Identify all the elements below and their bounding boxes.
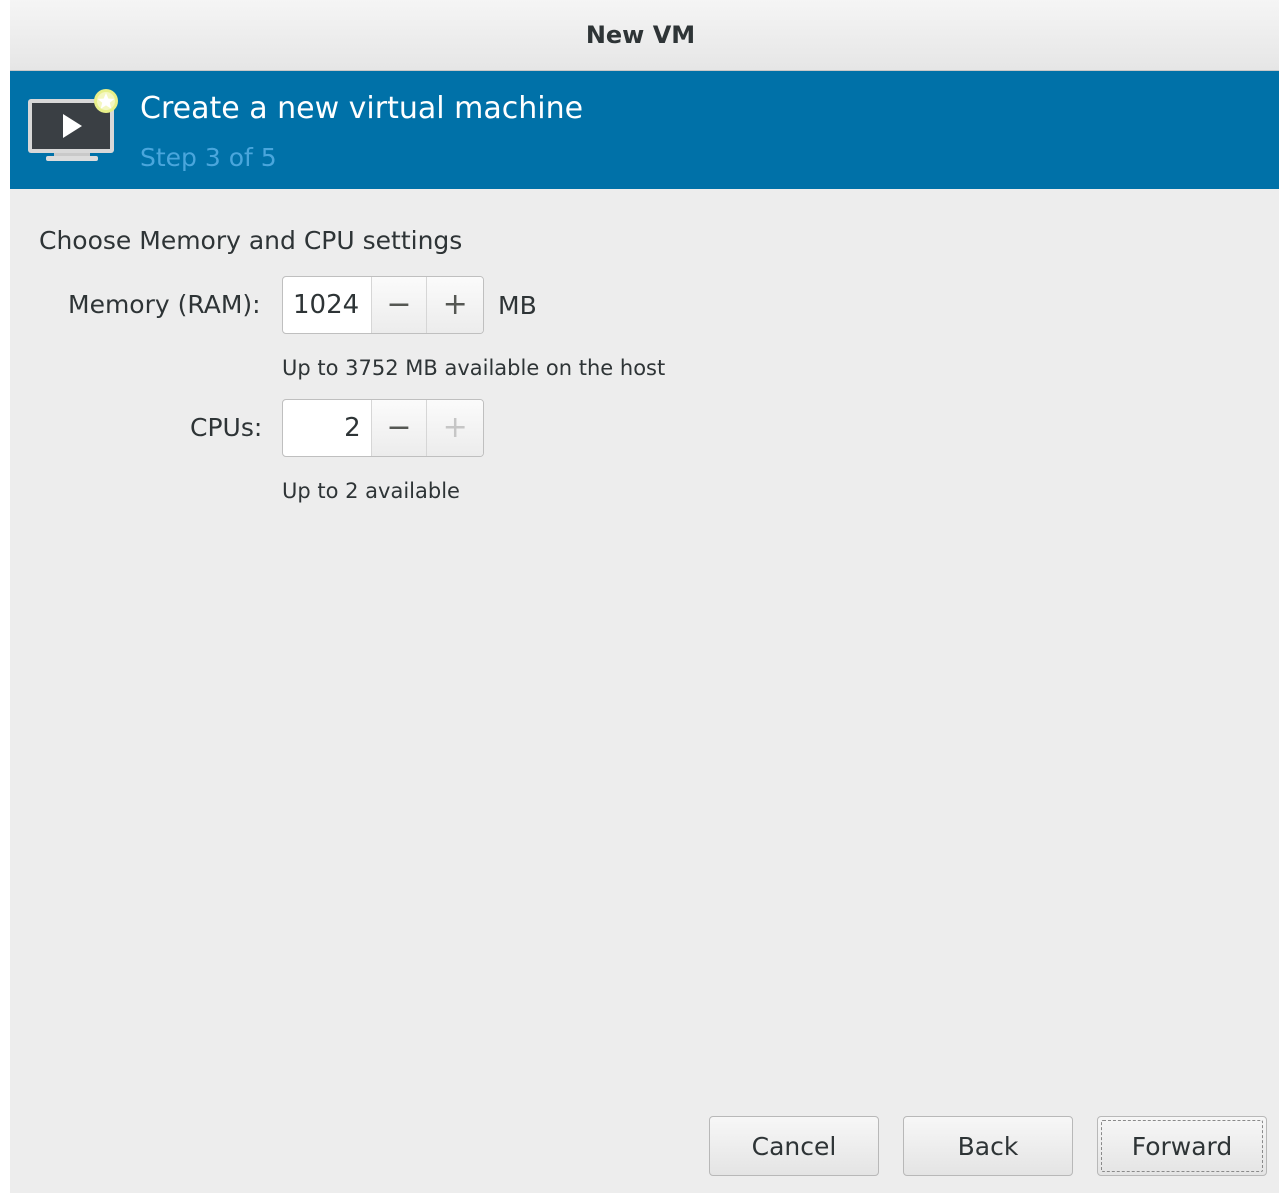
wizard-title: Create a new virtual machine (140, 91, 584, 126)
minus-icon: − (386, 410, 412, 445)
cancel-button[interactable]: Cancel (709, 1116, 879, 1176)
cpus-value-input[interactable]: 2 (283, 400, 372, 456)
memory-unit-label: MB (498, 291, 537, 320)
plus-icon: + (442, 410, 468, 445)
memory-decrement-button[interactable]: − (371, 277, 428, 333)
back-button[interactable]: Back (903, 1116, 1073, 1176)
new-vm-dialog: New VM Create a new virtual machine Step… (10, 0, 1279, 1193)
memory-spinner: 1024 − + (282, 276, 484, 334)
wizard-header-banner: Create a new virtual machine Step 3 of 5 (10, 71, 1279, 189)
wizard-step-indicator: Step 3 of 5 (140, 143, 277, 172)
forward-button[interactable]: Forward (1097, 1116, 1267, 1176)
cpus-label: CPUs: (190, 413, 263, 442)
section-heading: Choose Memory and CPU settings (39, 226, 463, 255)
title-bar[interactable]: New VM (10, 0, 1279, 71)
window-title: New VM (585, 21, 696, 49)
cpus-increment-button[interactable]: + (427, 400, 483, 456)
memory-increment-button[interactable]: + (427, 277, 483, 333)
memory-available-hint: Up to 3752 MB available on the host (282, 356, 666, 380)
memory-label: Memory (RAM): (68, 290, 261, 319)
cpus-spinner: 2 − + (282, 399, 484, 457)
memory-value-input[interactable]: 1024 (283, 277, 372, 333)
new-vm-monitor-icon (28, 89, 118, 161)
minus-icon: − (386, 287, 412, 322)
cpus-available-hint: Up to 2 available (282, 479, 460, 503)
plus-icon: + (442, 287, 468, 322)
cpus-decrement-button[interactable]: − (371, 400, 428, 456)
